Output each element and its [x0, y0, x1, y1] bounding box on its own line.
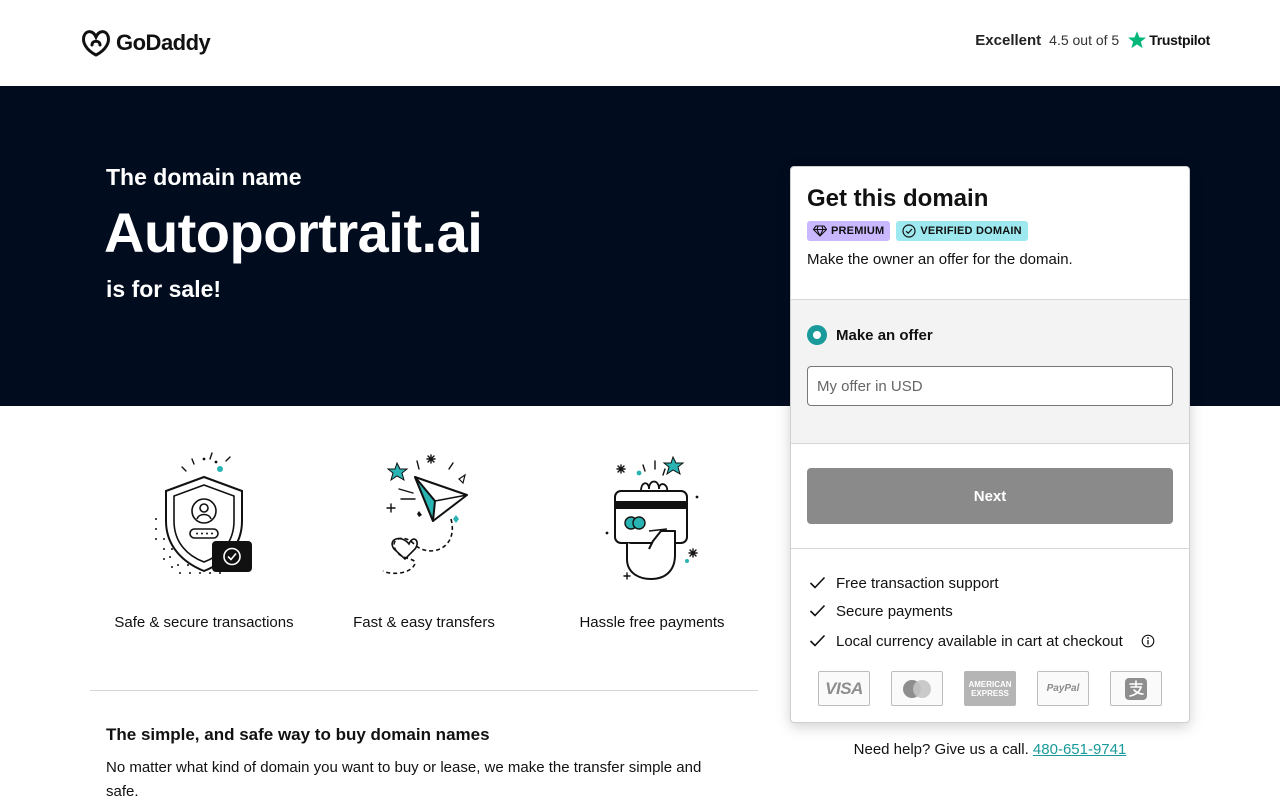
benefit-label: Local currency available in cart at chec… — [836, 632, 1123, 650]
feature-label: Hassle free payments — [579, 614, 725, 631]
check-circle-icon — [902, 224, 916, 238]
godaddy-logo-icon — [82, 30, 110, 57]
domain-name: Autoportrait.ai — [104, 201, 483, 264]
shield-user-icon — [155, 451, 252, 574]
mastercard-icon — [903, 679, 931, 698]
card-title: Get this domain — [807, 185, 989, 212]
diamond-icon — [813, 225, 827, 237]
benefit-item: Secure payments — [809, 597, 1155, 625]
alipay-card — [1110, 671, 1162, 706]
paypal-card: PayPal — [1037, 671, 1089, 706]
benefit-label: Free transaction support — [836, 574, 999, 592]
paypal-label: PayPal — [1046, 683, 1080, 694]
benefit-label: Secure payments — [836, 602, 953, 620]
next-button[interactable]: Next — [807, 468, 1173, 524]
offer-radio[interactable] — [807, 325, 827, 345]
amex-card: AMERICAN EXPRESS — [964, 671, 1016, 706]
radio-dot — [813, 331, 821, 339]
hero-post-text: is for sale! — [106, 276, 222, 302]
help-text: Need help? Give us a call. — [853, 741, 1029, 758]
visa-label: VISA — [825, 678, 863, 698]
trustpilot-label: Trustpilot — [1149, 32, 1210, 48]
trustpilot-brand: Trustpilot — [1127, 30, 1210, 50]
info-title: The simple, and safe way to buy domain n… — [106, 725, 490, 744]
card-subtitle: Make the owner an offer for the domain. — [807, 251, 1073, 268]
offer-input[interactable] — [807, 366, 1173, 406]
benefit-item: Free transaction support — [809, 569, 1155, 597]
card-divider — [791, 548, 1189, 549]
premium-badge: PREMIUM — [807, 221, 891, 241]
make-offer-option[interactable]: Make an offer — [807, 325, 933, 345]
checkmark-icon — [809, 634, 826, 647]
badge-list: PREMIUM VERIFIED DOMAIN — [807, 221, 1173, 241]
checkmark-icon — [809, 576, 826, 589]
checkmark-icon — [809, 604, 826, 617]
visa-card: VISA — [818, 671, 870, 706]
amex-label-2: EXPRESS — [971, 688, 1009, 698]
premium-badge-label: PREMIUM — [831, 225, 885, 237]
feature-label: Safe & secure transactions — [114, 614, 294, 631]
info-icon[interactable] — [1141, 634, 1155, 648]
offer-card: Get this domain PREMIUM VERIFIED DOMAIN … — [790, 166, 1190, 723]
help-phone-link[interactable]: 480-651-9741 — [1033, 741, 1126, 758]
benefit-item: Local currency available in cart at chec… — [809, 627, 1155, 655]
offer-radio-label: Make an offer — [836, 326, 933, 344]
feature-payments: Hassle free payments — [538, 446, 766, 631]
amex-label-1: AMERICAN — [968, 679, 1012, 689]
trust-rating: Excellent — [975, 31, 1042, 49]
info-body: No matter what kind of domain you want t… — [106, 759, 702, 800]
verified-badge: VERIFIED DOMAIN — [896, 221, 1028, 241]
feature-list: Safe & secure transactions Fast & easy t… — [90, 446, 760, 636]
benefit-list: Free transaction support Secure payments… — [809, 569, 1155, 655]
trustpilot-widget[interactable]: Excellent 4.5 out of 5 Trustpilot — [975, 30, 1210, 50]
feature-label: Fast & easy transfers — [353, 614, 495, 631]
section-divider — [90, 690, 758, 691]
offer-section: Make an offer — [791, 299, 1189, 444]
logo-text: GoDaddy — [116, 30, 211, 55]
verified-badge-label: VERIFIED DOMAIN — [920, 225, 1022, 237]
feature-transfers: Fast & easy transfers — [310, 446, 538, 631]
card-hand-icon — [605, 455, 699, 580]
mastercard-card — [891, 671, 943, 706]
feature-secure: Safe & secure transactions — [90, 446, 318, 631]
site-header: GoDaddy Excellent 4.5 out of 5 Trustpilo… — [0, 0, 1280, 86]
hero-pre-text: The domain name — [106, 164, 302, 190]
help-line: Need help? Give us a call. 480-651-9741 — [790, 741, 1190, 758]
payment-methods: VISA AMERICAN EXPRESS PayPal — [818, 671, 1162, 706]
trust-score: 4.5 out of 5 — [1049, 32, 1120, 48]
star-icon — [1128, 31, 1147, 49]
paper-plane-icon — [382, 453, 468, 574]
godaddy-logo[interactable]: GoDaddy — [80, 28, 211, 58]
alipay-icon — [1125, 677, 1147, 700]
